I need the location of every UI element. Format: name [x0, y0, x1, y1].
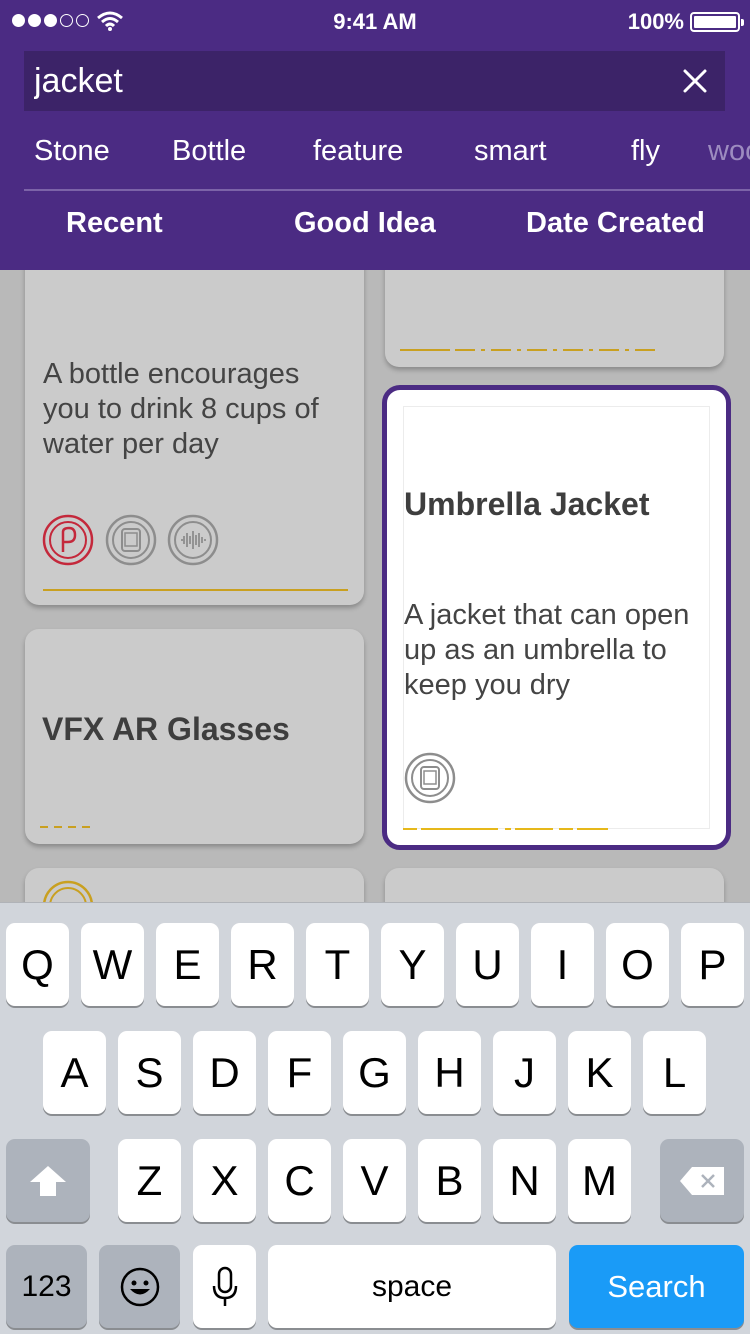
tag-filter-bar: Stone Bottle feature smart fly woo	[0, 135, 750, 181]
badge-icon	[43, 880, 93, 902]
card-description: A jacket that can open up as an umbrella…	[404, 599, 690, 701]
key-o[interactable]: O	[606, 923, 669, 1006]
key-i[interactable]: I	[531, 923, 594, 1006]
key-j[interactable]: J	[493, 1031, 556, 1114]
card-progress-line	[43, 589, 348, 591]
key-b[interactable]: B	[418, 1139, 481, 1222]
key-t[interactable]: T	[306, 923, 369, 1006]
idea-card-vfx-ar-glasses[interactable]: VFX AR Glasses	[25, 629, 364, 844]
idea-card[interactable]	[25, 868, 364, 902]
key-c[interactable]: C	[268, 1139, 331, 1222]
card-title: Umbrella Jacket	[404, 486, 650, 522]
emoji-icon	[120, 1267, 159, 1306]
card-description: A bottle encourages you to drink 8 cups …	[43, 358, 319, 460]
key-h[interactable]: H	[418, 1031, 481, 1114]
key-x[interactable]: X	[193, 1139, 256, 1222]
card-progress-line	[403, 828, 608, 830]
tag-chip[interactable]: Bottle	[172, 135, 246, 168]
cards-grid: A bottle encourages you to drink 8 cups …	[0, 270, 750, 902]
sort-bar: Recent Good Idea Date Created	[0, 207, 750, 251]
key-e[interactable]: E	[156, 923, 219, 1006]
sort-date-created[interactable]: Date Created	[526, 207, 705, 240]
search-key[interactable]: Search	[569, 1245, 744, 1328]
key-q[interactable]: Q	[6, 923, 69, 1006]
microphone-icon	[212, 1266, 237, 1306]
key-a[interactable]: A	[43, 1031, 106, 1114]
idea-card-bottle[interactable]: A bottle encourages you to drink 8 cups …	[25, 270, 364, 605]
key-w[interactable]: W	[81, 923, 144, 1006]
close-icon[interactable]	[679, 65, 711, 97]
key-l[interactable]: L	[643, 1031, 706, 1114]
search-box	[24, 51, 725, 111]
tag-chip[interactable]: feature	[313, 135, 403, 168]
shift-key[interactable]	[6, 1139, 90, 1222]
tag-chip[interactable]: Stone	[34, 135, 110, 168]
key-d[interactable]: D	[193, 1031, 256, 1114]
tablet-icon	[105, 514, 157, 566]
card-progress-line	[455, 349, 655, 351]
sort-good-idea[interactable]: Good Idea	[294, 207, 436, 240]
header: 9:41 AM 100% Stone Bottle feature smart …	[0, 0, 750, 270]
divider	[24, 189, 750, 191]
idea-card-umbrella-jacket[interactable]: Umbrella Jacket A jacket that can open u…	[382, 385, 731, 850]
idea-card[interactable]	[385, 270, 724, 367]
card-title: VFX AR Glasses	[42, 711, 290, 747]
key-f[interactable]: F	[268, 1031, 331, 1114]
pinterest-icon	[42, 514, 94, 566]
shift-icon	[30, 1165, 66, 1196]
key-y[interactable]: Y	[381, 923, 444, 1006]
key-k[interactable]: K	[568, 1031, 631, 1114]
tag-chip[interactable]: woo	[708, 135, 750, 168]
key-n[interactable]: N	[493, 1139, 556, 1222]
space-key[interactable]: space	[268, 1245, 556, 1328]
dictation-key[interactable]	[193, 1245, 256, 1328]
search-input[interactable]	[34, 59, 654, 103]
key-p[interactable]: P	[681, 923, 744, 1006]
numbers-key[interactable]: 123	[6, 1245, 87, 1328]
battery-icon	[690, 12, 744, 32]
backspace-key[interactable]	[660, 1139, 744, 1222]
keyboard: Q W E R T Y U I O P A S D F G H J K L Z …	[0, 902, 750, 1334]
key-v[interactable]: V	[343, 1139, 406, 1222]
card-progress-line	[400, 349, 450, 351]
status-bar: 9:41 AM 100%	[0, 0, 750, 44]
backspace-icon	[680, 1166, 724, 1195]
audio-wave-icon	[167, 514, 219, 566]
key-s[interactable]: S	[118, 1031, 181, 1114]
key-m[interactable]: M	[568, 1139, 631, 1222]
emoji-key[interactable]	[99, 1245, 180, 1328]
battery-percentage: 100%	[627, 9, 684, 34]
sort-recent[interactable]: Recent	[66, 207, 163, 240]
key-u[interactable]: U	[456, 923, 519, 1006]
tag-chip[interactable]: smart	[474, 135, 547, 168]
tag-chip[interactable]: fly	[631, 135, 660, 168]
idea-card[interactable]	[385, 868, 724, 902]
tablet-icon	[404, 752, 456, 804]
card-progress-line	[40, 826, 92, 828]
key-z[interactable]: Z	[118, 1139, 181, 1222]
key-r[interactable]: R	[231, 923, 294, 1006]
key-g[interactable]: G	[343, 1031, 406, 1114]
